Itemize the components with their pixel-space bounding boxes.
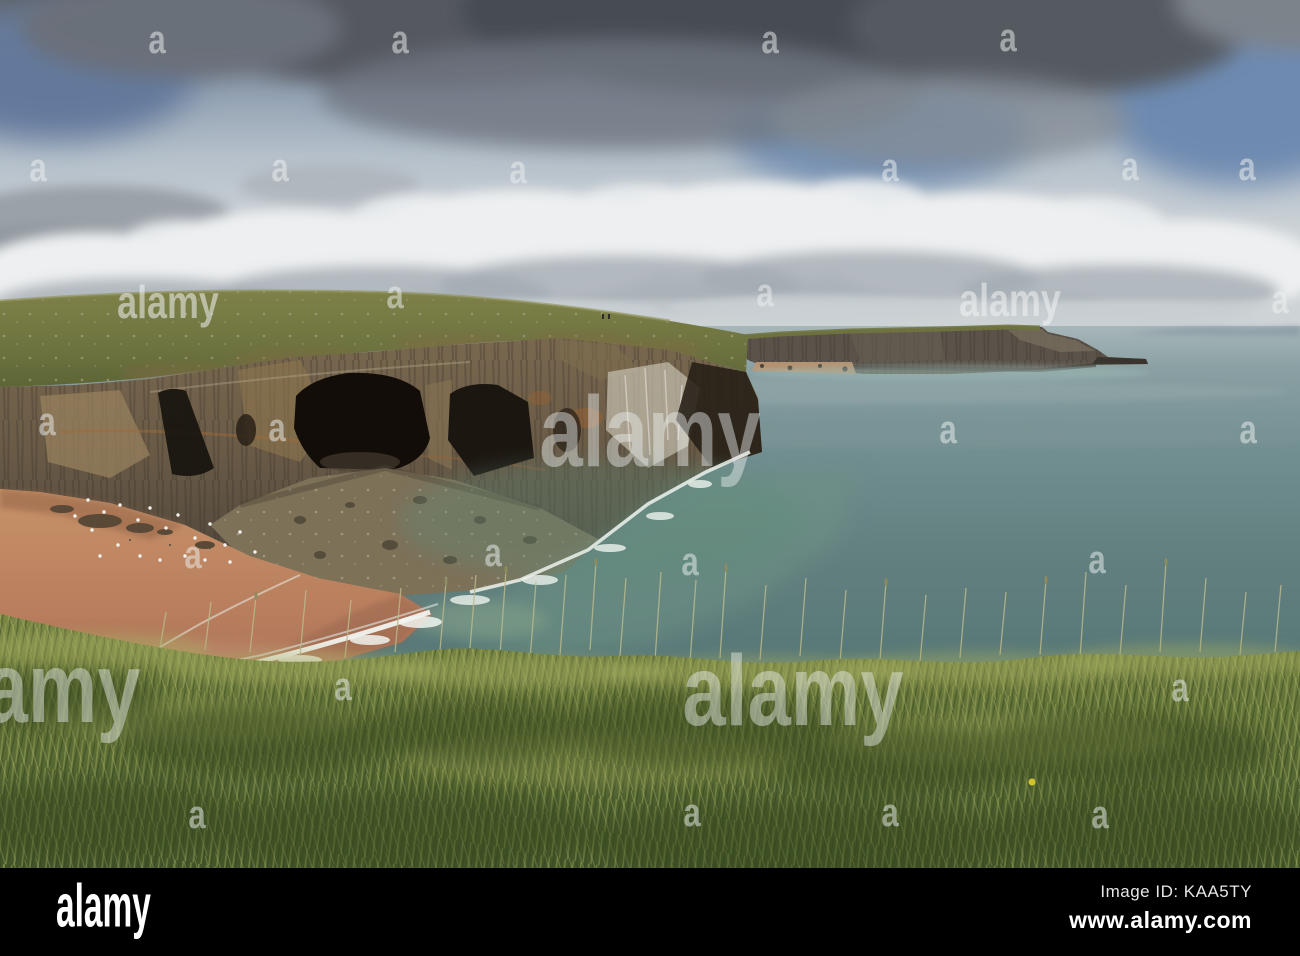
landscape-scene (0, 0, 1300, 868)
footer-bar: alamy Image ID: KAA5TY www.alamy.com (0, 868, 1300, 956)
coastal-photograph (0, 0, 1300, 868)
image-credits: Image ID: KAA5TY www.alamy.com (1069, 882, 1252, 934)
alamy-logo: alamy (56, 872, 151, 940)
stock-photo-page: a a a a a a a a a a a a a a a a a a a a a a a a a a a alamy alamy ala… (0, 0, 1300, 956)
image-id-text: Image ID: KAA5TY (1100, 882, 1252, 901)
alamy-url-text: www.alamy.com (1069, 907, 1252, 933)
yellow-flower (1028, 778, 1036, 786)
